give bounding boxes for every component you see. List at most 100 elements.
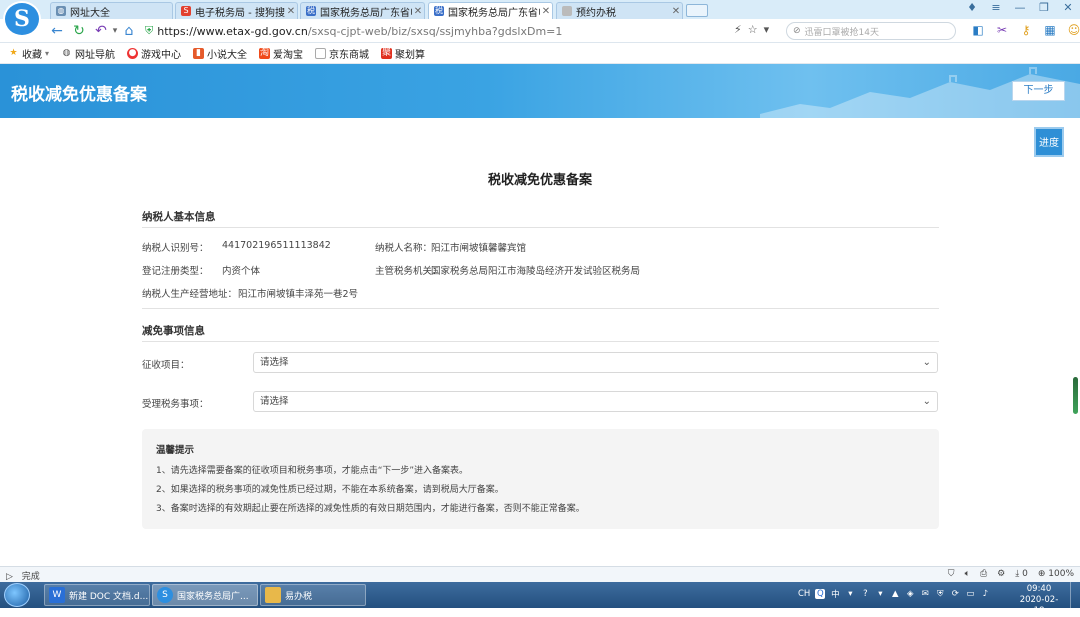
url-field[interactable]: ⛨ https://www.etax-gd.gov.cn/sxsq-cjpt-w… xyxy=(145,21,729,41)
minimize-icon[interactable]: — xyxy=(1012,1,1028,14)
star-icon: ★ xyxy=(9,47,18,58)
shield-icon[interactable]: ⛉ xyxy=(948,569,955,579)
language-indicator[interactable]: CH xyxy=(798,589,810,599)
speaker-icon[interactable]: 🔈︎ xyxy=(965,569,970,579)
levy-item-label: 征收项目： xyxy=(142,360,190,371)
key-icon[interactable]: ⚷ xyxy=(1018,22,1034,38)
show-desktop-button[interactable] xyxy=(1070,582,1080,608)
home-icon[interactable]: ⌂ xyxy=(120,22,138,40)
close-window-icon[interactable]: ✕ xyxy=(1060,1,1076,14)
page-title: 税收减免优惠备案 xyxy=(11,85,147,105)
scissors-icon[interactable]: ✂ xyxy=(994,22,1010,38)
zoom-icon: ⊕ xyxy=(1037,569,1046,579)
taskbar: W 新建 DOC 文档.d... S 国家税务总局广... 易办税 CH Q 中… xyxy=(0,582,1080,616)
printer-icon[interactable]: ⎙ xyxy=(980,569,987,579)
qq-input-icon[interactable]: Q xyxy=(815,589,826,599)
levy-item-selected: 请选择 xyxy=(260,357,289,368)
download-icon: ⤓ xyxy=(1015,569,1020,579)
ime-mode[interactable]: 中 xyxy=(830,588,840,600)
scrollbar-thumb[interactable] xyxy=(1073,377,1078,414)
tab-label: 预约办税 xyxy=(576,7,616,19)
menu-icon[interactable]: ≡ xyxy=(988,1,1004,14)
update-icon[interactable]: ⟳ xyxy=(950,589,960,599)
maximize-icon[interactable]: ❐ xyxy=(1036,1,1052,14)
taskbar-item-active[interactable]: S 国家税务总局广... xyxy=(152,584,258,606)
chevron-down-icon: ⌄ xyxy=(922,357,931,368)
url-path: /sxsq-cjpt-web/biz/sxsq/ssjmyhba?gdslxDm… xyxy=(307,24,563,38)
star-icon[interactable]: ☆ xyxy=(748,23,758,36)
tax-matter-select[interactable]: 请选择 ⌄ xyxy=(253,391,938,412)
wps-icon: W xyxy=(49,587,65,603)
monitor-icon[interactable]: ▭ xyxy=(965,589,975,599)
clock-date: 2020-02-18 xyxy=(1019,595,1059,616)
tips-title: 温馨提示 xyxy=(156,445,195,456)
browser-tab[interactable]: ◍ 网址大全 xyxy=(50,2,173,19)
clock[interactable]: 09:40 2020-02-18 xyxy=(1015,584,1063,617)
bookmark-item[interactable]: ★ 收藏 ▾ xyxy=(8,46,49,61)
game-icon: ● xyxy=(127,47,139,59)
bookmark-label: 聚划算 xyxy=(395,49,426,61)
bookmark-item[interactable]: ◍ 网址导航 xyxy=(61,46,115,61)
network-icon[interactable]: ◈ xyxy=(905,589,915,599)
zoom-value: 100% xyxy=(1048,569,1074,579)
emoji-icon[interactable]: ☺ xyxy=(1066,22,1080,38)
taskbar-item[interactable]: 易办税 xyxy=(260,584,366,606)
book-icon: ▮ xyxy=(193,47,205,59)
download-count[interactable]: ⤓ 0 xyxy=(1015,569,1028,579)
tips-line: 3、备案时选择的有效期起止要在所选择的减免性质的有效日期范围内，才能进行备案，否… xyxy=(156,504,585,514)
extension-icon[interactable]: ◧ xyxy=(970,22,986,38)
new-tab-button[interactable] xyxy=(686,4,708,17)
globe-icon: ◍ xyxy=(62,47,71,58)
browser-tab-strip: ◍ 网址大全 S 电子税务局 - 搜狗搜索 ✕ 税 国家税务总局广东省电子 ✕ … xyxy=(0,0,1080,19)
bookmark-label: 京东商城 xyxy=(329,49,370,61)
divider xyxy=(142,227,939,228)
taxpayer-name-value: 阳江市闸坡镇馨馨宾馆 xyxy=(431,243,527,254)
chevron-down-icon[interactable]: ▾ xyxy=(845,589,855,599)
volume-icon[interactable]: ♪ xyxy=(980,589,990,599)
close-icon[interactable]: ✕ xyxy=(540,6,552,17)
search-input[interactable]: ⊘ 迅雷口罩被抢14天 xyxy=(786,22,956,40)
close-icon[interactable]: ✕ xyxy=(285,6,297,17)
tips-line: 2、如果选择的税务事项的减免性质已经过期，不能在本系统备案，请到税局大厅备案。 xyxy=(156,485,504,495)
tools-icon[interactable]: ⚙ xyxy=(997,569,1005,579)
back-icon[interactable]: ← xyxy=(48,22,66,40)
taskbar-item-label: 国家税务总局广... xyxy=(177,591,249,602)
help-icon[interactable]: ? xyxy=(860,589,870,599)
chevron-down-icon[interactable]: ▾ xyxy=(764,23,770,36)
next-step-button[interactable]: 下一步 xyxy=(1012,81,1065,101)
browser-tab-active[interactable]: 税 国家税务总局广东省电子 ✕ xyxy=(428,2,553,19)
window-controls: ♦ ≡ — ❐ ✕ xyxy=(964,1,1076,14)
taskbar-item[interactable]: W 新建 DOC 文档.d... xyxy=(44,584,150,606)
security-icon[interactable]: ⛨ xyxy=(935,589,945,599)
bookmark-item[interactable]: 京东商城 xyxy=(315,46,369,61)
close-icon[interactable]: ✕ xyxy=(670,6,682,17)
refresh-icon[interactable]: ↻ xyxy=(70,22,88,40)
bookmark-label: 网址导航 xyxy=(75,49,116,61)
progress-button[interactable]: 进度 xyxy=(1034,127,1064,157)
skin-icon[interactable]: ♦ xyxy=(964,1,980,14)
bookmark-item[interactable]: 淘 爱淘宝 xyxy=(259,46,303,61)
taskbar-item-label: 新建 DOC 文档.d... xyxy=(69,591,149,602)
browser-tab[interactable]: S 电子税务局 - 搜狗搜索 ✕ xyxy=(175,2,298,19)
tax-matter-selected: 请选择 xyxy=(260,396,289,407)
browser-status-bar: ▷ 完成 ⛉ 🔈︎ ⎙ ⚙ ⤓ 0 ⊕ 100% xyxy=(0,566,1080,582)
sogou-browser-logo[interactable]: S xyxy=(3,1,41,37)
zoom-control[interactable]: ⊕ 100% xyxy=(1038,569,1074,579)
start-button[interactable] xyxy=(4,583,30,607)
close-icon[interactable]: ✕ xyxy=(412,6,424,17)
bookmark-item[interactable]: ▮ 小说大全 xyxy=(193,46,247,61)
chevron-down-icon[interactable]: ▾ xyxy=(875,589,885,599)
browser-tab[interactable]: 税 国家税务总局广东省电子 ✕ xyxy=(300,2,425,19)
calculator-icon[interactable]: ▦ xyxy=(1042,22,1058,38)
taxpayer-name-label: 纳税人名称： xyxy=(375,243,433,254)
play-icon[interactable]: ▷ xyxy=(6,572,13,582)
levy-item-select[interactable]: 请选择 ⌄ xyxy=(253,352,938,373)
lightning-icon[interactable]: ⚡ xyxy=(734,23,742,36)
browser-tab[interactable]: 预约办税 ✕ xyxy=(556,2,683,19)
bookmark-item[interactable]: 聚 聚划算 xyxy=(381,46,425,61)
chevron-down-icon: ⌄ xyxy=(922,396,931,407)
tray-icon[interactable]: ▲ xyxy=(890,589,900,599)
address-value: 阳江市闸坡镇丰泽苑一巷2号 xyxy=(238,289,359,300)
bookmark-item[interactable]: ● 游戏中心 xyxy=(127,46,181,61)
mail-icon[interactable]: ✉ xyxy=(920,589,930,599)
